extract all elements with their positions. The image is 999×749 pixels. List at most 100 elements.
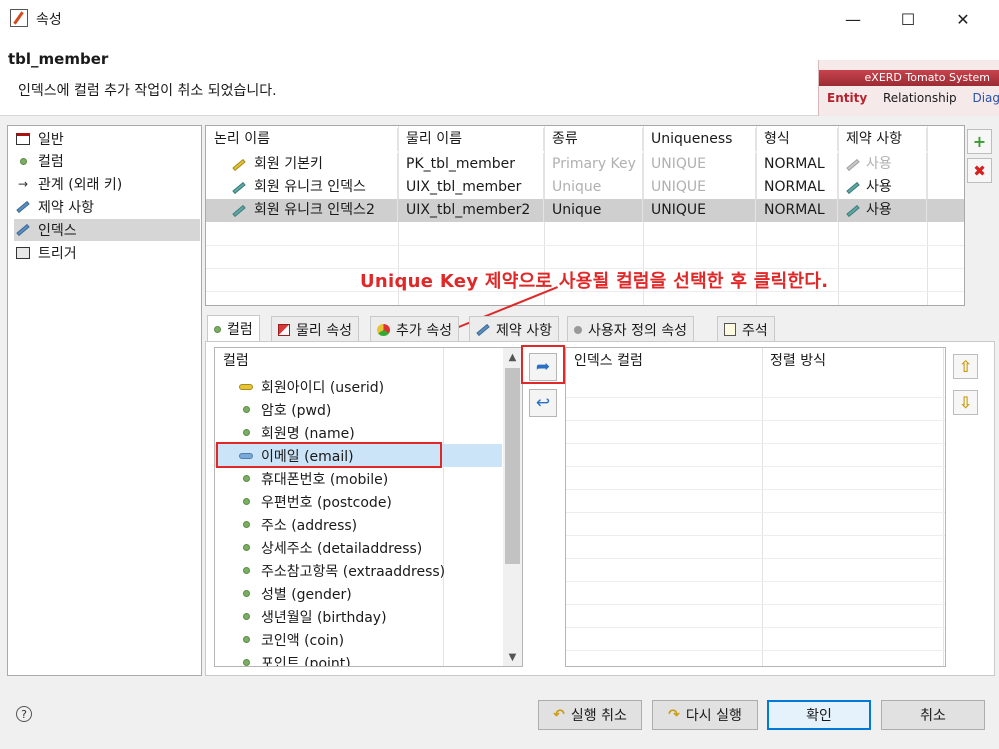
remove-column-from-index-button[interactable]: ↩	[529, 389, 557, 417]
sidebar-item-relations[interactable]: → 관계 (외래 키)	[14, 173, 200, 195]
list-item[interactable]: 우편번호 (postcode)	[215, 490, 502, 513]
list-item[interactable]: 암호 (pwd)	[215, 398, 502, 421]
constraint-icon	[846, 181, 860, 194]
scroll-down-arrow-icon[interactable]: ▼	[503, 648, 522, 666]
scroll-up-arrow-icon[interactable]: ▲	[503, 348, 522, 366]
index-uniqueness: UNIQUE	[643, 199, 756, 222]
tab-comments[interactable]: 주석	[717, 316, 775, 342]
list-item[interactable]: 포인트 (point)	[215, 651, 502, 666]
sidebar-item-label: 인덱스	[38, 223, 77, 239]
extra-props-icon	[377, 323, 390, 336]
column-label: 생년월일 (birthday)	[261, 609, 387, 626]
index-format: NORMAL	[756, 153, 838, 176]
maximize-button[interactable]: ☐	[885, 0, 931, 38]
tab-user-defined-properties[interactable]: 사용자 정의 속성	[567, 316, 695, 342]
sidebar-item-general[interactable]: 일반	[14, 128, 200, 150]
column-dot-icon	[237, 544, 255, 551]
column-header[interactable]: 물리 이름	[398, 128, 544, 151]
detail-tabs: 컬럼 물리 속성 추가 속성 제약 사항 사용자 정의 속성 주석	[205, 315, 995, 342]
list-item[interactable]: 상세주소 (detailaddress)	[215, 536, 502, 559]
column-dot-icon	[237, 475, 255, 482]
table-row[interactable]: 회원 기본키 PK_tbl_member Primary Key UNIQUE …	[206, 153, 964, 176]
undo-icon: ↶	[553, 707, 565, 723]
index-physical-name: UIX_tbl_member	[398, 176, 544, 199]
list-item[interactable]: 주소 (address)	[215, 513, 502, 536]
sidebar-item-label: 트리거	[38, 246, 77, 262]
tab-physical-properties[interactable]: 물리 속성	[271, 316, 359, 342]
banner-tab-diag: Diag	[972, 91, 999, 105]
column-dot-icon	[214, 325, 221, 333]
list-item[interactable]: 생년월일 (birthday)	[215, 605, 502, 628]
email-highlight-box	[216, 442, 442, 468]
index-physical-name: UIX_tbl_member2	[398, 199, 544, 222]
scroll-thumb[interactable]	[505, 368, 520, 564]
primary-key-icon	[232, 158, 246, 171]
ok-button[interactable]: 확인	[767, 700, 871, 730]
index-pen-icon	[14, 222, 32, 238]
tab-columns[interactable]: 컬럼	[207, 315, 260, 342]
index-uniqueness: UNIQUE	[643, 176, 756, 199]
delete-index-button[interactable]: ✖	[967, 158, 992, 183]
column-label: 회원명 (name)	[261, 425, 355, 442]
column-list-scrollbar[interactable]: ▲ ▼	[503, 348, 522, 666]
table-title: tbl_member	[8, 50, 109, 68]
redo-icon: ↷	[668, 707, 680, 723]
sidebar-item-indexes[interactable]: 인덱스	[14, 219, 200, 241]
column-label: 상세주소 (detailaddress)	[261, 540, 423, 557]
list-item[interactable]: 회원아이디 (userid)	[215, 375, 502, 398]
brand-banner: eXERD Tomato System Entity Relationship …	[818, 60, 999, 116]
sidebar-item-label: 컬럼	[38, 154, 64, 170]
minimize-button[interactable]: —	[830, 0, 876, 38]
title-bar: 속성 — ☐ ✕	[0, 0, 999, 38]
add-button-highlight-box	[521, 345, 565, 384]
column-header[interactable]: Uniqueness	[643, 128, 756, 151]
list-item[interactable]: 코인액 (coin)	[215, 628, 502, 651]
move-up-button[interactable]: ⇧	[953, 354, 978, 379]
tab-constraints[interactable]: 제약 사항	[469, 316, 559, 342]
list-item[interactable]: 주소참고항목 (extraaddress)	[215, 559, 502, 582]
index-kind: Primary Key	[544, 153, 643, 176]
column-label: 주소 (address)	[261, 517, 358, 534]
tab-label: 제약 사항	[496, 322, 552, 339]
column-header[interactable]: 형식	[756, 128, 838, 151]
move-down-button[interactable]: ⇩	[953, 390, 978, 415]
list-item[interactable]: 성별 (gender)	[215, 582, 502, 605]
sidebar-item-columns[interactable]: 컬럼	[14, 150, 200, 172]
column-header[interactable]: 인덱스 컬럼	[566, 348, 643, 374]
sidebar-item-triggers[interactable]: 트리거	[14, 242, 200, 264]
redo-button[interactable]: ↷ 다시 실행	[652, 700, 758, 730]
column-label: 회원아이디 (userid)	[261, 379, 385, 396]
column-header[interactable]: 제약 사항	[838, 128, 927, 151]
list-item[interactable]: 휴대폰번호 (mobile)	[215, 467, 502, 490]
instruction-annotation: Unique Key 제약으로 사용될 컬럼을 선택한 후 클릭한다.	[360, 271, 829, 292]
table-row[interactable]: 회원 유니크 인덱스2 UIX_tbl_member2 Unique UNIQU…	[206, 199, 964, 222]
index-logical-name: 회원 유니크 인덱스2	[254, 202, 375, 218]
column-dot-icon	[237, 659, 255, 666]
constraint-icon	[846, 158, 860, 171]
add-index-button[interactable]: +	[967, 129, 992, 154]
column-dot-icon	[237, 498, 255, 505]
sidebar-item-constraints[interactable]: 제약 사항	[14, 196, 200, 218]
tab-extra-properties[interactable]: 추가 속성	[370, 316, 459, 342]
unique-index-icon	[232, 204, 246, 217]
column-header[interactable]: 정렬 방식	[762, 348, 826, 374]
list-item[interactable]: 회원명 (name)	[215, 421, 502, 444]
undo-button[interactable]: ↶ 실행 취소	[538, 700, 642, 730]
column-dot-icon	[237, 567, 255, 574]
tab-label: 사용자 정의 속성	[588, 322, 688, 339]
relation-arrow-icon: →	[17, 177, 29, 191]
help-icon[interactable]: ?	[16, 706, 32, 722]
table-row[interactable]: 회원 유니크 인덱스 UIX_tbl_member Unique UNIQUE …	[206, 176, 964, 199]
tab-label: 컬럼	[227, 322, 253, 338]
index-format: NORMAL	[756, 199, 838, 222]
close-button[interactable]: ✕	[940, 0, 986, 38]
index-kind: Unique	[544, 176, 643, 199]
column-label: 휴대폰번호 (mobile)	[261, 471, 389, 488]
cancel-button[interactable]: 취소	[881, 700, 985, 730]
banner-tab-entity: Entity	[827, 91, 868, 105]
index-format: NORMAL	[756, 176, 838, 199]
banner-tabs: Entity Relationship Diag	[827, 91, 999, 105]
index-physical-name: PK_tbl_member	[398, 153, 544, 176]
column-header[interactable]: 종류	[544, 128, 643, 151]
column-header[interactable]: 논리 이름	[206, 128, 398, 151]
